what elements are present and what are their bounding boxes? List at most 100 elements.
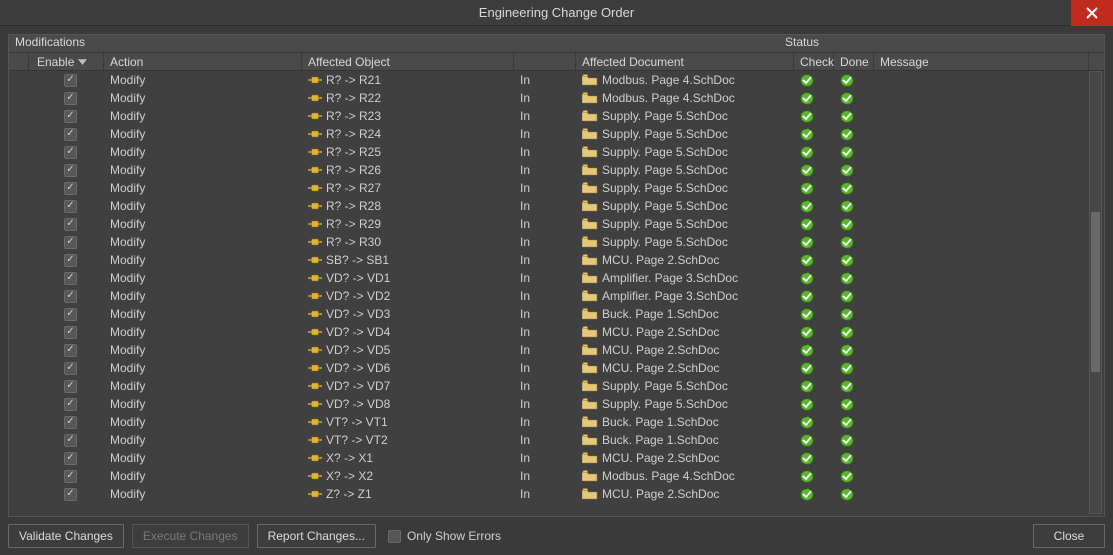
enable-cell[interactable]	[29, 326, 104, 339]
table-row[interactable]: ModifyR? -> R21InModbus. Page 4.SchDoc	[9, 71, 1104, 89]
enable-checkbox[interactable]	[64, 254, 77, 267]
table-row[interactable]: ModifyVD? -> VD7InSupply. Page 5.SchDoc	[9, 377, 1104, 395]
validate-changes-button[interactable]: Validate Changes	[8, 524, 124, 548]
header-action[interactable]: Action	[104, 53, 302, 70]
enable-checkbox[interactable]	[64, 146, 77, 159]
table-row[interactable]: ModifyVD? -> VD8InSupply. Page 5.SchDoc	[9, 395, 1104, 413]
table-row[interactable]: ModifyR? -> R28InSupply. Page 5.SchDoc	[9, 197, 1104, 215]
table-row[interactable]: ModifyX? -> X1InMCU. Page 2.SchDoc	[9, 449, 1104, 467]
enable-cell[interactable]	[29, 452, 104, 465]
header-affected-object[interactable]: Affected Object	[302, 53, 514, 70]
enable-cell[interactable]	[29, 470, 104, 483]
column-header-row: Enable Action Affected Object Affected D…	[9, 53, 1104, 71]
done-ok-icon	[840, 326, 854, 339]
table-row[interactable]: ModifyVD? -> VD2InAmplifier. Page 3.SchD…	[9, 287, 1104, 305]
table-row[interactable]: ModifyVT? -> VT2InBuck. Page 1.SchDoc	[9, 431, 1104, 449]
check-ok-icon	[800, 308, 814, 321]
done-cell	[834, 110, 874, 123]
enable-cell[interactable]	[29, 128, 104, 141]
enable-checkbox[interactable]	[64, 236, 77, 249]
component-icon	[308, 164, 322, 176]
enable-cell[interactable]	[29, 362, 104, 375]
table-row[interactable]: ModifyVD? -> VD1InAmplifier. Page 3.SchD…	[9, 269, 1104, 287]
component-icon	[308, 344, 322, 356]
enable-cell[interactable]	[29, 290, 104, 303]
enable-checkbox[interactable]	[64, 110, 77, 123]
enable-checkbox[interactable]	[64, 362, 77, 375]
enable-checkbox[interactable]	[64, 272, 77, 285]
enable-cell[interactable]	[29, 254, 104, 267]
enable-checkbox[interactable]	[64, 326, 77, 339]
enable-checkbox[interactable]	[64, 308, 77, 321]
enable-cell[interactable]	[29, 344, 104, 357]
folder-icon	[582, 362, 598, 374]
action-cell: Modify	[104, 91, 302, 105]
table-row[interactable]: ModifyR? -> R25InSupply. Page 5.SchDoc	[9, 143, 1104, 161]
enable-cell[interactable]	[29, 236, 104, 249]
vertical-scrollbar[interactable]	[1089, 71, 1102, 514]
enable-checkbox[interactable]	[64, 344, 77, 357]
table-row[interactable]: ModifyR? -> R27InSupply. Page 5.SchDoc	[9, 179, 1104, 197]
enable-cell[interactable]	[29, 92, 104, 105]
enable-cell[interactable]	[29, 398, 104, 411]
enable-cell[interactable]	[29, 74, 104, 87]
component-icon	[308, 110, 322, 122]
header-affected-document[interactable]: Affected Document	[576, 53, 794, 70]
header-enable[interactable]: Enable	[29, 53, 104, 70]
enable-checkbox[interactable]	[64, 290, 77, 303]
enable-cell[interactable]	[29, 308, 104, 321]
enable-cell[interactable]	[29, 110, 104, 123]
table-row[interactable]: ModifySB? -> SB1InMCU. Page 2.SchDoc	[9, 251, 1104, 269]
table-row[interactable]: ModifyVT? -> VT1InBuck. Page 1.SchDoc	[9, 413, 1104, 431]
enable-checkbox[interactable]	[64, 128, 77, 141]
enable-cell[interactable]	[29, 146, 104, 159]
table-row[interactable]: ModifyVD? -> VD5InMCU. Page 2.SchDoc	[9, 341, 1104, 359]
enable-checkbox[interactable]	[64, 380, 77, 393]
enable-cell[interactable]	[29, 380, 104, 393]
only-show-errors-checkbox[interactable]	[388, 530, 401, 543]
document-cell: Supply. Page 5.SchDoc	[576, 397, 794, 411]
header-message[interactable]: Message	[874, 53, 1089, 70]
enable-checkbox[interactable]	[64, 164, 77, 177]
enable-cell[interactable]	[29, 182, 104, 195]
close-button[interactable]: Close	[1033, 524, 1105, 548]
enable-checkbox[interactable]	[64, 452, 77, 465]
enable-cell[interactable]	[29, 200, 104, 213]
enable-cell[interactable]	[29, 416, 104, 429]
table-row[interactable]: ModifyR? -> R22InModbus. Page 4.SchDoc	[9, 89, 1104, 107]
enable-checkbox[interactable]	[64, 416, 77, 429]
report-changes-button[interactable]: Report Changes...	[257, 524, 376, 548]
grid-body[interactable]: ModifyR? -> R21InModbus. Page 4.SchDocMo…	[9, 71, 1104, 516]
header-check[interactable]: Check	[794, 53, 834, 70]
table-row[interactable]: ModifyVD? -> VD3InBuck. Page 1.SchDoc	[9, 305, 1104, 323]
component-icon	[308, 308, 322, 320]
enable-checkbox[interactable]	[64, 92, 77, 105]
enable-checkbox[interactable]	[64, 182, 77, 195]
only-show-errors[interactable]: Only Show Errors	[388, 529, 501, 543]
window-close-button[interactable]	[1071, 0, 1113, 26]
enable-checkbox[interactable]	[64, 488, 77, 501]
table-row[interactable]: ModifyR? -> R29InSupply. Page 5.SchDoc	[9, 215, 1104, 233]
table-row[interactable]: ModifyVD? -> VD6InMCU. Page 2.SchDoc	[9, 359, 1104, 377]
header-done[interactable]: Done	[834, 53, 874, 70]
in-cell: In	[514, 397, 576, 411]
enable-cell[interactable]	[29, 272, 104, 285]
enable-checkbox[interactable]	[64, 470, 77, 483]
table-row[interactable]: ModifyR? -> R24InSupply. Page 5.SchDoc	[9, 125, 1104, 143]
table-row[interactable]: ModifyR? -> R26InSupply. Page 5.SchDoc	[9, 161, 1104, 179]
table-row[interactable]: ModifyR? -> R30InSupply. Page 5.SchDoc	[9, 233, 1104, 251]
table-row[interactable]: ModifyVD? -> VD4InMCU. Page 2.SchDoc	[9, 323, 1104, 341]
enable-checkbox[interactable]	[64, 74, 77, 87]
enable-checkbox[interactable]	[64, 200, 77, 213]
enable-cell[interactable]	[29, 164, 104, 177]
enable-checkbox[interactable]	[64, 434, 77, 447]
table-row[interactable]: ModifyX? -> X2InModbus. Page 4.SchDoc	[9, 467, 1104, 485]
enable-checkbox[interactable]	[64, 218, 77, 231]
table-row[interactable]: ModifyZ? -> Z1InMCU. Page 2.SchDoc	[9, 485, 1104, 503]
enable-cell[interactable]	[29, 434, 104, 447]
enable-cell[interactable]	[29, 218, 104, 231]
scrollbar-thumb[interactable]	[1091, 212, 1100, 372]
enable-cell[interactable]	[29, 488, 104, 501]
enable-checkbox[interactable]	[64, 398, 77, 411]
table-row[interactable]: ModifyR? -> R23InSupply. Page 5.SchDoc	[9, 107, 1104, 125]
